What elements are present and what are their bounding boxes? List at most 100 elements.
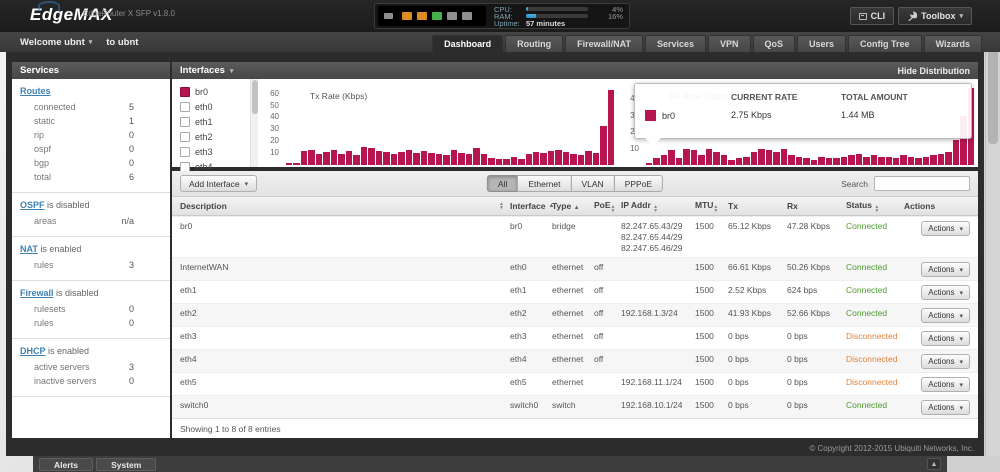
ospf-link[interactable]: OSPF: [20, 200, 45, 210]
table-row: br0 br0 bridge 82.247.65.43/2982.247.65.…: [172, 216, 978, 257]
tooltip-current-rate-value: 2.75 Kbps: [731, 110, 841, 121]
filter-all-button[interactable]: All: [487, 175, 518, 192]
stat-row: active servers3: [20, 360, 162, 374]
table-row: eth5 eth5 ethernet 192.168.11.1/24 1500 …: [172, 372, 978, 395]
dhcp-link[interactable]: DHCP: [20, 346, 46, 356]
filter-pppoe-button[interactable]: PPPoE: [614, 175, 663, 192]
firewall-link[interactable]: Firewall: [20, 288, 54, 298]
actions-button[interactable]: Actions ▾: [921, 285, 970, 300]
chevron-down-icon: ▾: [959, 335, 963, 343]
checkbox-icon[interactable]: [180, 162, 190, 172]
search-input[interactable]: [874, 176, 970, 191]
actions-button[interactable]: Actions ▾: [921, 331, 970, 346]
actions-button[interactable]: Actions ▾: [921, 377, 970, 392]
table-toolbar: Add Interface ▾ All Ethernet VLAN PPPoE …: [172, 171, 978, 197]
services-panel-header: Services: [12, 62, 170, 79]
col-mtu[interactable]: MTU▲▼: [695, 200, 728, 213]
sort-icon[interactable]: ▲▼: [874, 205, 879, 213]
checkbox-icon[interactable]: [180, 102, 190, 112]
col-interface[interactable]: Interface▲: [510, 201, 552, 211]
sort-icon[interactable]: ▲▼: [653, 205, 658, 213]
filter-ethernet-button[interactable]: Ethernet: [517, 175, 571, 192]
nat-link[interactable]: NAT: [20, 244, 38, 254]
col-poe[interactable]: PoE▲▼: [594, 200, 621, 213]
ospf-suffix: is disabled: [45, 200, 90, 210]
tooltip-current-rate-label: CURRENT RATE: [731, 92, 841, 102]
user-menu[interactable]: Welcome ubnt ▾: [20, 37, 92, 48]
chevron-down-icon: ▾: [89, 38, 93, 46]
tab-dashboard[interactable]: Dashboard: [432, 35, 503, 52]
firewall-suffix: is disabled: [54, 288, 99, 298]
nav-bar: Welcome ubnt ▾ to ubnt Dashboard Routing…: [0, 32, 1000, 52]
actions-button[interactable]: Actions ▾: [921, 221, 970, 236]
checkbox-icon[interactable]: [180, 117, 190, 127]
uptime-value: 57 minutes: [526, 19, 565, 28]
top-bar: EdgeMAX EdgeRouter X SFP v1.8.0 CPU: 4% …: [0, 0, 1000, 32]
hide-distribution-link[interactable]: Hide Distribution: [898, 66, 971, 76]
tx-chart-y-axis: 605040302010: [258, 83, 282, 165]
toolbox-button[interactable]: Toolbox ▾: [898, 7, 972, 25]
col-type[interactable]: Type ▲: [552, 201, 594, 211]
sort-icon[interactable]: ▲▼: [499, 202, 504, 210]
system-stats: CPU: 4% RAM: 16% Uptime: 57 minutes: [486, 4, 629, 29]
page-scrollbar[interactable]: [985, 32, 1000, 456]
status-text: Connected: [846, 221, 904, 231]
table-header: Description▲▼ Interface▲ Type ▲ PoE▲▼ IP…: [172, 197, 978, 216]
col-ip-addr[interactable]: IP Addr ▲▼: [621, 200, 695, 213]
cli-label: CLI: [871, 11, 886, 21]
services-title: Services: [20, 65, 59, 76]
legend-item-eth3[interactable]: eth3: [180, 144, 250, 159]
actions-button[interactable]: Actions ▾: [921, 308, 970, 323]
checkbox-icon[interactable]: [180, 147, 190, 157]
legend-item-eth1[interactable]: eth1: [180, 114, 250, 129]
status-text: Disconnected: [846, 354, 904, 364]
filter-vlan-button[interactable]: VLAN: [570, 175, 614, 192]
console-port-icon: [384, 13, 393, 19]
ram-value: 16%: [608, 12, 623, 21]
actions-button[interactable]: Actions ▾: [921, 262, 970, 277]
legend-item-eth2[interactable]: eth2: [180, 129, 250, 144]
routes-link[interactable]: Routes: [20, 86, 51, 96]
col-description[interactable]: Description▲▼: [180, 201, 510, 211]
legend-item-eth0[interactable]: eth0: [180, 99, 250, 114]
alerts-tab[interactable]: Alerts: [39, 458, 93, 471]
collapse-up-button[interactable]: ▲: [927, 458, 941, 470]
tab-firewall-nat[interactable]: Firewall/NAT: [565, 35, 643, 52]
cli-button[interactable]: CLI: [850, 7, 895, 25]
hostname-text: to ubnt: [106, 37, 138, 48]
stat-row: rules0: [20, 316, 162, 330]
chevron-down-icon: ▾: [959, 12, 963, 20]
checkbox-icon[interactable]: [180, 132, 190, 142]
system-tab[interactable]: System: [96, 458, 156, 471]
firewall-section: Firewall is disabled rulesets0 rules0: [12, 281, 170, 339]
interfaces-title[interactable]: Interfaces: [180, 65, 225, 76]
chevron-down-icon: ▾: [959, 289, 963, 297]
actions-button[interactable]: Actions ▾: [921, 400, 970, 415]
tab-users[interactable]: Users: [797, 35, 846, 52]
chevron-down-icon: ▾: [959, 404, 963, 412]
sort-icon[interactable]: ▲▼: [713, 205, 718, 213]
tab-wizards[interactable]: Wizards: [924, 35, 982, 52]
add-interface-button[interactable]: Add Interface ▾: [180, 175, 257, 192]
actions-button[interactable]: Actions ▾: [921, 354, 970, 369]
legend-scrollbar[interactable]: [250, 79, 258, 167]
sort-icon[interactable]: ▲▼: [611, 205, 616, 213]
status-text: Connected: [846, 262, 904, 272]
port-led-icon: [447, 12, 457, 20]
tab-services[interactable]: Services: [645, 35, 706, 52]
traffic-distribution: br0 eth0 eth1 eth2 eth3 eth4 60504030201…: [172, 79, 978, 171]
legend-item-br0[interactable]: br0: [180, 84, 250, 99]
stat-row: ospf0: [20, 142, 162, 156]
checkbox-checked-icon[interactable]: [180, 87, 190, 97]
interface-legend: br0 eth0 eth1 eth2 eth3 eth4: [172, 79, 250, 167]
nat-suffix: is enabled: [38, 244, 82, 254]
tx-chart-title: Tx Rate (Kbps): [310, 91, 367, 101]
tab-vpn[interactable]: VPN: [708, 35, 751, 52]
stat-row: total6: [20, 170, 162, 184]
chevron-down-icon[interactable]: ▾: [230, 67, 234, 75]
series-swatch-icon: [645, 110, 656, 121]
tab-config-tree[interactable]: Config Tree: [848, 35, 922, 52]
tab-qos[interactable]: QoS: [753, 35, 796, 52]
col-status[interactable]: Status ▲▼: [846, 200, 904, 213]
tab-routing[interactable]: Routing: [505, 35, 563, 52]
